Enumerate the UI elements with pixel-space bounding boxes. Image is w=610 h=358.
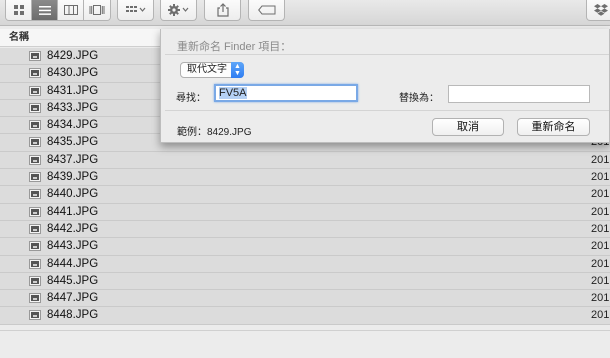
file-row[interactable]: 8448.JPG 201 [0, 307, 610, 325]
icon-view-button[interactable] [6, 0, 32, 20]
file-date: 201 [591, 257, 610, 270]
file-row[interactable]: 8444.JPG 201 [0, 255, 610, 273]
file-name: 8437.JPG [47, 153, 99, 166]
jpg-thumbnail-icon [30, 86, 40, 95]
rename-finder-items-sheet: 重新命名 Finder 項目： 取代文字 ▲ ▼ 尋找： FV5A 替換為： 範例… [160, 29, 610, 143]
sheet-title: 重新命名 Finder 項目： [177, 41, 292, 53]
jpg-thumbnail-icon [30, 207, 40, 216]
share-button[interactable] [204, 0, 241, 21]
arrange-grid-icon [125, 6, 145, 12]
file-date: 201 [591, 292, 610, 305]
jpg-thumbnail-icon [30, 242, 40, 251]
dropbox-button[interactable] [586, 0, 610, 21]
file-name: 8434.JPG [47, 119, 99, 132]
action-button[interactable] [160, 0, 197, 21]
list-view-button[interactable] [32, 0, 58, 20]
column-view-button[interactable] [58, 0, 84, 20]
jpg-thumbnail-icon [30, 155, 40, 164]
file-date: 201 [591, 274, 610, 287]
jpg-thumbnail-icon [30, 311, 40, 320]
jpg-thumbnail-icon [30, 138, 40, 147]
jpg-thumbnail-icon [30, 173, 40, 182]
file-name: 8430.JPG [47, 67, 99, 80]
jpg-thumbnail-icon [30, 121, 40, 130]
file-name: 8431.JPG [47, 84, 99, 97]
coverflow-icon [89, 5, 105, 15]
file-name: 8433.JPG [47, 101, 99, 114]
share-icon [216, 3, 229, 17]
find-label: 尋找： [176, 93, 206, 104]
tags-button[interactable] [248, 0, 285, 21]
jpg-thumbnail-icon [30, 276, 40, 285]
file-name: 8441.JPG [47, 205, 99, 218]
divider [165, 110, 609, 111]
view-mode-segmented-control[interactable] [5, 0, 111, 21]
file-name: 8448.JPG [47, 309, 99, 322]
file-name: 8444.JPG [47, 257, 99, 270]
example-text: 範例：8429.JPG [177, 127, 252, 138]
replace-field[interactable] [448, 85, 590, 103]
file-date: 201 [591, 309, 610, 322]
jpg-thumbnail-icon [30, 294, 40, 303]
file-date: 201 [591, 240, 610, 253]
file-name: 8429.JPG [47, 50, 99, 62]
file-row[interactable]: 8443.JPG 201 [0, 238, 610, 256]
replace-label: 替換為： [399, 93, 439, 104]
finder-toolbar [0, 0, 610, 26]
jpg-thumbnail-icon [30, 190, 40, 199]
list-bottom-area [0, 330, 610, 358]
file-name: 8435.JPG [47, 136, 99, 149]
file-date: 201 [591, 153, 610, 166]
cancel-button[interactable]: 取消 [432, 118, 504, 136]
file-name: 8440.JPG [47, 188, 99, 201]
file-name: 8439.JPG [47, 171, 99, 184]
file-row[interactable]: 8447.JPG 201 [0, 290, 610, 308]
file-date: 201 [591, 205, 610, 218]
columns-icon [63, 5, 78, 15]
divider [165, 54, 609, 55]
file-name: 8447.JPG [47, 292, 99, 305]
file-row[interactable]: 8442.JPG 201 [0, 220, 610, 239]
file-name: 8445.JPG [47, 274, 99, 287]
file-date: 201 [591, 171, 610, 184]
rename-button[interactable]: 重新命名 [517, 118, 590, 136]
file-row[interactable]: 8437.JPG 201 [0, 151, 610, 170]
arrange-button[interactable] [117, 0, 154, 21]
file-name: 8443.JPG [47, 240, 99, 253]
file-row[interactable]: 8440.JPG 201 [0, 186, 610, 204]
gear-icon [167, 4, 188, 16]
jpg-thumbnail-icon [30, 224, 40, 233]
rename-mode-popup[interactable]: 取代文字 ▲ ▼ [180, 62, 244, 78]
dropbox-icon [594, 4, 608, 16]
jpg-thumbnail-icon [30, 69, 40, 78]
coverflow-view-button[interactable] [84, 0, 110, 20]
jpg-thumbnail-icon [30, 52, 40, 60]
file-row[interactable]: 8439.JPG 201 [0, 169, 610, 187]
name-column-header[interactable]: 名稱 [9, 32, 29, 43]
jpg-thumbnail-icon [30, 259, 40, 268]
rename-mode-value: 取代文字 [187, 64, 227, 75]
find-field[interactable]: FV5A [214, 84, 358, 102]
list-icon [38, 5, 51, 15]
tag-icon [257, 5, 275, 15]
file-date: 201 [591, 188, 610, 201]
file-row[interactable]: 8441.JPG 201 [0, 203, 610, 221]
file-row[interactable]: 8445.JPG 201 [0, 272, 610, 291]
find-field-value: FV5A [219, 87, 247, 99]
file-date: 201 [591, 222, 610, 235]
icon-grid-icon [13, 5, 24, 15]
jpg-thumbnail-icon [30, 103, 40, 112]
popup-arrows-icon: ▲ ▼ [231, 62, 244, 78]
file-name: 8442.JPG [47, 222, 99, 235]
